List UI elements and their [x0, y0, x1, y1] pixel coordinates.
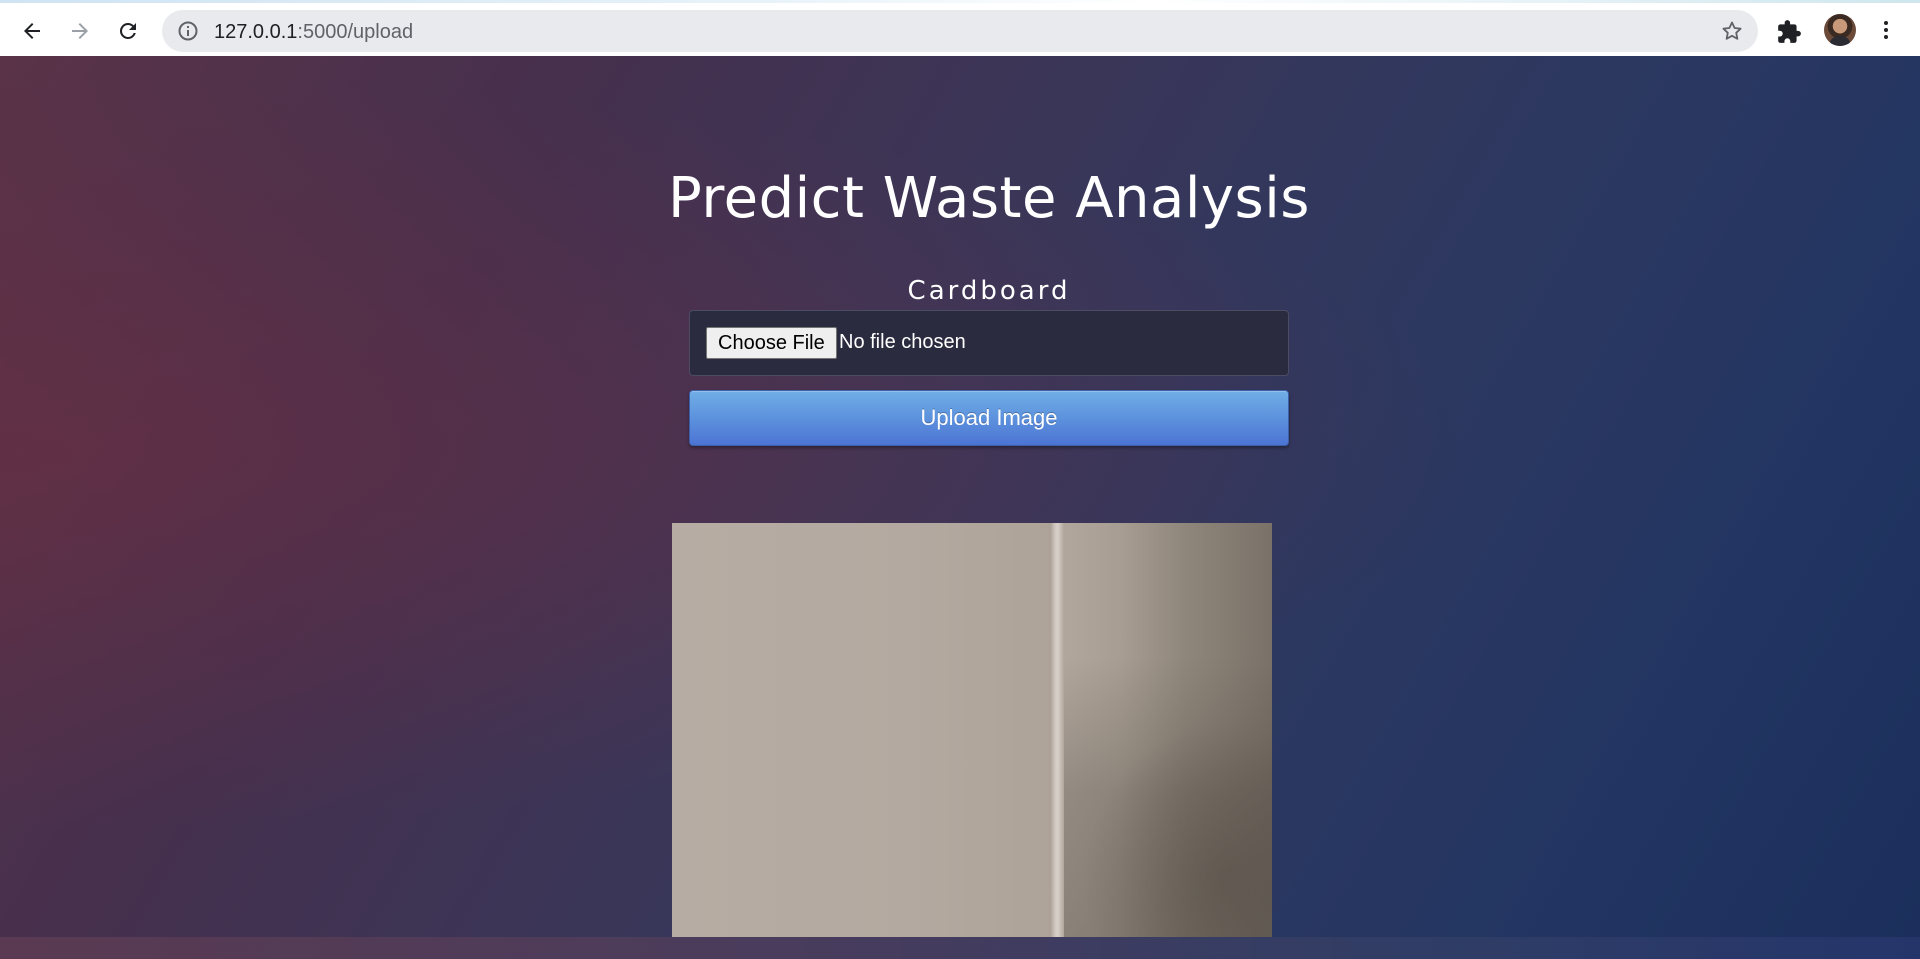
- reload-button[interactable]: [110, 13, 146, 49]
- url-path: :5000/upload: [297, 21, 414, 43]
- image-shadow: [1082, 723, 1272, 959]
- file-input[interactable]: Choose File No file chosen: [689, 310, 1289, 376]
- forward-button[interactable]: [62, 13, 98, 49]
- back-button[interactable]: [14, 13, 50, 49]
- reload-icon: [119, 22, 136, 39]
- page-background: Predict Waste Analysis Cardboard Choose …: [0, 56, 1920, 959]
- address-bar[interactable]: 127.0.0.1:5000/upload: [162, 10, 1758, 52]
- browser-toolbar: 127.0.0.1:5000/upload: [0, 0, 1920, 56]
- puzzle-icon[interactable]: [1776, 19, 1802, 45]
- back-arrow-icon: [24, 23, 40, 39]
- choose-file-button[interactable]: Choose File: [706, 327, 837, 359]
- upload-image-button[interactable]: Upload Image: [689, 390, 1289, 446]
- page-title: Predict Waste Analysis: [668, 166, 1310, 231]
- page-footer-strip: [0, 937, 1920, 959]
- image-fold-line: [1050, 523, 1064, 959]
- tab-strip-edge: [0, 0, 1920, 3]
- uploaded-image-preview: [672, 523, 1272, 959]
- file-status-text: No file chosen: [839, 331, 966, 353]
- star-icon[interactable]: [1720, 19, 1744, 43]
- info-icon[interactable]: [176, 19, 200, 43]
- prediction-label: Cardboard: [907, 276, 1071, 306]
- kebab-menu-icon[interactable]: [1874, 18, 1898, 42]
- forward-arrow-icon: [72, 23, 88, 39]
- profile-avatar[interactable]: [1824, 14, 1856, 46]
- url-text[interactable]: 127.0.0.1:5000/upload: [214, 21, 413, 44]
- url-host: 127.0.0.1: [214, 21, 298, 43]
